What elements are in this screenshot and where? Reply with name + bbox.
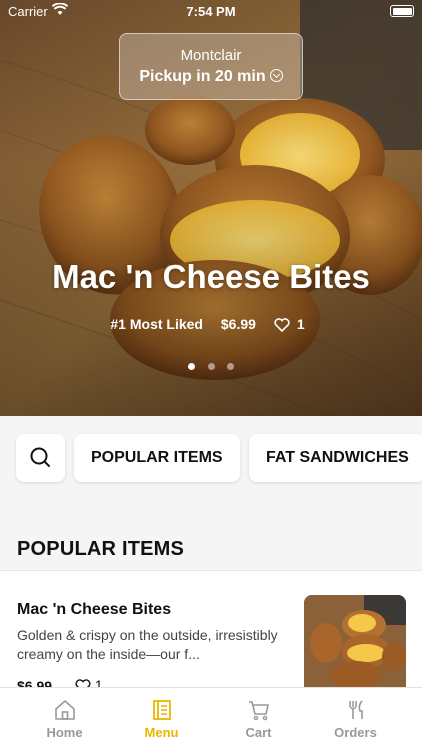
tab-cart[interactable]: Cart <box>210 688 307 750</box>
chevron-down-icon <box>269 69 283 82</box>
menu-icon <box>152 700 171 720</box>
location-selector[interactable]: Montclair Pickup in 20 min <box>119 33 303 100</box>
hero-banner[interactable]: Carrier 7:54 PM Montclair Pickup in 20 m… <box>0 0 422 416</box>
tab-bar: Home Menu Cart Orders <box>0 687 422 750</box>
carousel-dot[interactable] <box>226 363 234 370</box>
status-time: 7:54 PM <box>186 4 236 19</box>
tab-menu[interactable]: Menu <box>113 688 210 750</box>
battery-icon <box>390 5 414 17</box>
search-button[interactable] <box>16 434 65 482</box>
item-thumbnail <box>304 595 406 695</box>
category-fat-sandwiches[interactable]: FAT SANDWICHES <box>249 434 422 482</box>
fork-knife-icon <box>348 700 363 719</box>
hero-likes-count: 1 <box>296 316 305 332</box>
pickup-time: Pickup in 20 min <box>120 68 302 86</box>
location-city: Montclair <box>180 47 242 64</box>
search-icon <box>30 447 50 467</box>
cart-icon <box>248 701 269 721</box>
item-food-photo <box>304 595 406 695</box>
home-icon <box>54 700 75 720</box>
hero-meta: #1 Most Liked $6.99 1 <box>0 316 422 332</box>
category-bar: POPULAR ITEMS FAT SANDWICHES <box>0 416 422 501</box>
item-name: Mac 'n Cheese Bites <box>17 601 172 618</box>
menu-item-card[interactable]: Mac 'n Cheese Bites Golden & crispy on t… <box>0 570 422 700</box>
pickup-time-label: Pickup in 20 min <box>139 68 266 85</box>
carousel-dots[interactable] <box>0 357 422 375</box>
hero-title: Mac 'n Cheese Bites <box>52 258 370 295</box>
hero-price: $6.99 <box>220 316 256 332</box>
section-title: POPULAR ITEMS <box>17 538 185 560</box>
item-description: Golden & crispy on the outside, irresist… <box>17 627 278 662</box>
heart-icon <box>274 318 290 332</box>
hero-likes: 1 <box>274 316 312 332</box>
tab-orders[interactable]: Orders <box>307 688 404 750</box>
tab-home[interactable]: Home <box>16 688 113 750</box>
carousel-dot[interactable] <box>207 363 215 370</box>
tab-cart-label: Cart <box>245 725 272 740</box>
status-bar: Carrier 7:54 PM <box>0 0 422 22</box>
category-popular-items[interactable]: POPULAR ITEMS <box>74 434 240 482</box>
tab-home-label: Home <box>46 725 83 740</box>
tab-orders-label: Orders <box>334 725 377 740</box>
carousel-dot[interactable] <box>188 363 196 370</box>
tab-menu-label: Menu <box>144 725 179 740</box>
hero-rank: #1 Most Liked <box>110 316 203 332</box>
